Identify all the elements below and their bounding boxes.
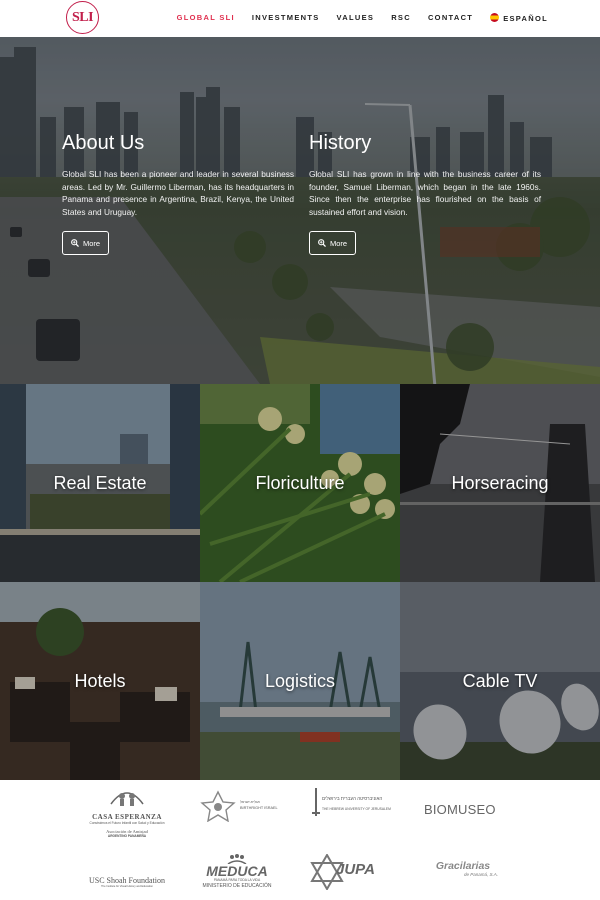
biomuseo-name: BIOMUSEO: [424, 802, 496, 817]
partners-section: CASA ESPERANZA Construimos el Futuro Inf…: [0, 780, 600, 900]
history-more-button[interactable]: More: [309, 231, 356, 255]
meduca-logo[interactable]: MEDUCA PANAMÁ PARA TODA LA VIDA MINISTER…: [196, 854, 278, 889]
about-us-section: About Us Global SLI has been a pioneer a…: [62, 132, 294, 218]
tile-horseracing[interactable]: Horseracing: [400, 384, 600, 582]
tile-label-horseracing: Horseracing: [451, 472, 549, 493]
usc-shoah-name: USC Shoah Foundation: [88, 876, 165, 885]
casa-esperanza-tagline: Construimos el Futuro Infantil con Salud…: [89, 821, 165, 825]
hero-banner: About Us Global SLI has been a pioneer a…: [0, 37, 600, 384]
hebrew-university-name: THE HEBREW UNIVERSITY OF JERUSALEM: [322, 807, 391, 811]
tile-label-logistics: Logistics: [264, 670, 336, 691]
logo-text: SLI: [71, 9, 94, 25]
biomuseo-logo[interactable]: BIOMUSEO: [424, 802, 504, 817]
about-more-label: More: [82, 238, 101, 248]
tile-cable-tv[interactable]: Cable TV: [400, 582, 600, 780]
nav-language[interactable]: ESPAÑOL: [490, 13, 548, 23]
nav-values[interactable]: VALUES: [337, 13, 375, 23]
casa-esperanza-icon: [110, 792, 144, 806]
tile-floriculture[interactable]: Floriculture: [200, 384, 400, 582]
usc-shoah-logo[interactable]: USC Shoah Foundation The Institute for V…: [84, 876, 170, 888]
taglit-hebrew: תגלית-ישראל: [240, 800, 260, 804]
jupa-name: JUPA: [336, 861, 375, 878]
language-label: ESPAÑOL: [503, 14, 548, 23]
about-us-text: Global SLI has been a pioneer and leader…: [62, 169, 294, 217]
main-menu: GLOBAL SLI INVESTMENTS VALUES RSC CONTAC…: [160, 13, 548, 23]
gracilarias-name: Gracilarias: [435, 860, 491, 872]
gracilarias-sub: de Panamá, S.A.: [463, 872, 498, 877]
zoom-plus-icon: [318, 239, 326, 247]
sli-logo[interactable]: SLI: [66, 1, 99, 34]
nav-rsc[interactable]: RSC: [391, 13, 411, 23]
tile-real-estate[interactable]: Real Estate: [0, 384, 200, 582]
tile-label-hotels: Hotels: [74, 670, 126, 691]
tile-label-cable-tv: Cable TV: [462, 670, 538, 691]
history-section: History Global SLI has grown in line wit…: [309, 132, 541, 218]
nav-contact[interactable]: CONTACT: [428, 13, 473, 23]
hebrew-university-hebrew: האוניברסיטה העברית בירושלים: [322, 796, 383, 801]
tile-label-floriculture: Floriculture: [255, 472, 345, 493]
menorah-icon: [312, 788, 320, 816]
meduca-ministry: MINISTERIO DE EDUCACIÓN: [202, 883, 272, 889]
top-navbar: SLI GLOBAL SLI INVESTMENTS VALUES RSC CO…: [0, 0, 600, 37]
about-more-button[interactable]: More: [62, 231, 109, 255]
usc-shoah-tagline: The Institute for Visual History and Edu…: [101, 885, 153, 888]
tile-hotels[interactable]: Hotels: [0, 582, 200, 780]
zoom-plus-icon: [71, 239, 79, 247]
casa-esperanza-name: CASA ESPERANZA: [92, 813, 162, 821]
tile-logistics[interactable]: Logistics: [200, 582, 400, 780]
nav-global-sli[interactable]: GLOBAL SLI: [177, 13, 235, 23]
history-more-label: More: [329, 238, 348, 248]
meduca-name: MEDUCA: [206, 863, 268, 879]
taglit-name: BIRTHRIGHT ISRAEL: [240, 806, 278, 810]
casa-esperanza-country: ARGENTINO PANAMEÑA: [107, 834, 147, 838]
spain-flag-icon: [490, 13, 500, 22]
history-title: History: [309, 132, 372, 154]
history-text: Global SLI has grown in line with the bu…: [309, 169, 541, 217]
nav-investments[interactable]: INVESTMENTS: [252, 13, 320, 23]
gracilarias-logo[interactable]: Gracilarias de Panamá, S.A.: [422, 860, 504, 877]
tile-label-real-estate: Real Estate: [53, 472, 147, 493]
taglit-star-icon: [200, 790, 236, 822]
casa-esperanza-logo[interactable]: CASA ESPERANZA Construimos el Futuro Inf…: [82, 786, 172, 838]
about-us-title: About Us: [62, 132, 145, 154]
